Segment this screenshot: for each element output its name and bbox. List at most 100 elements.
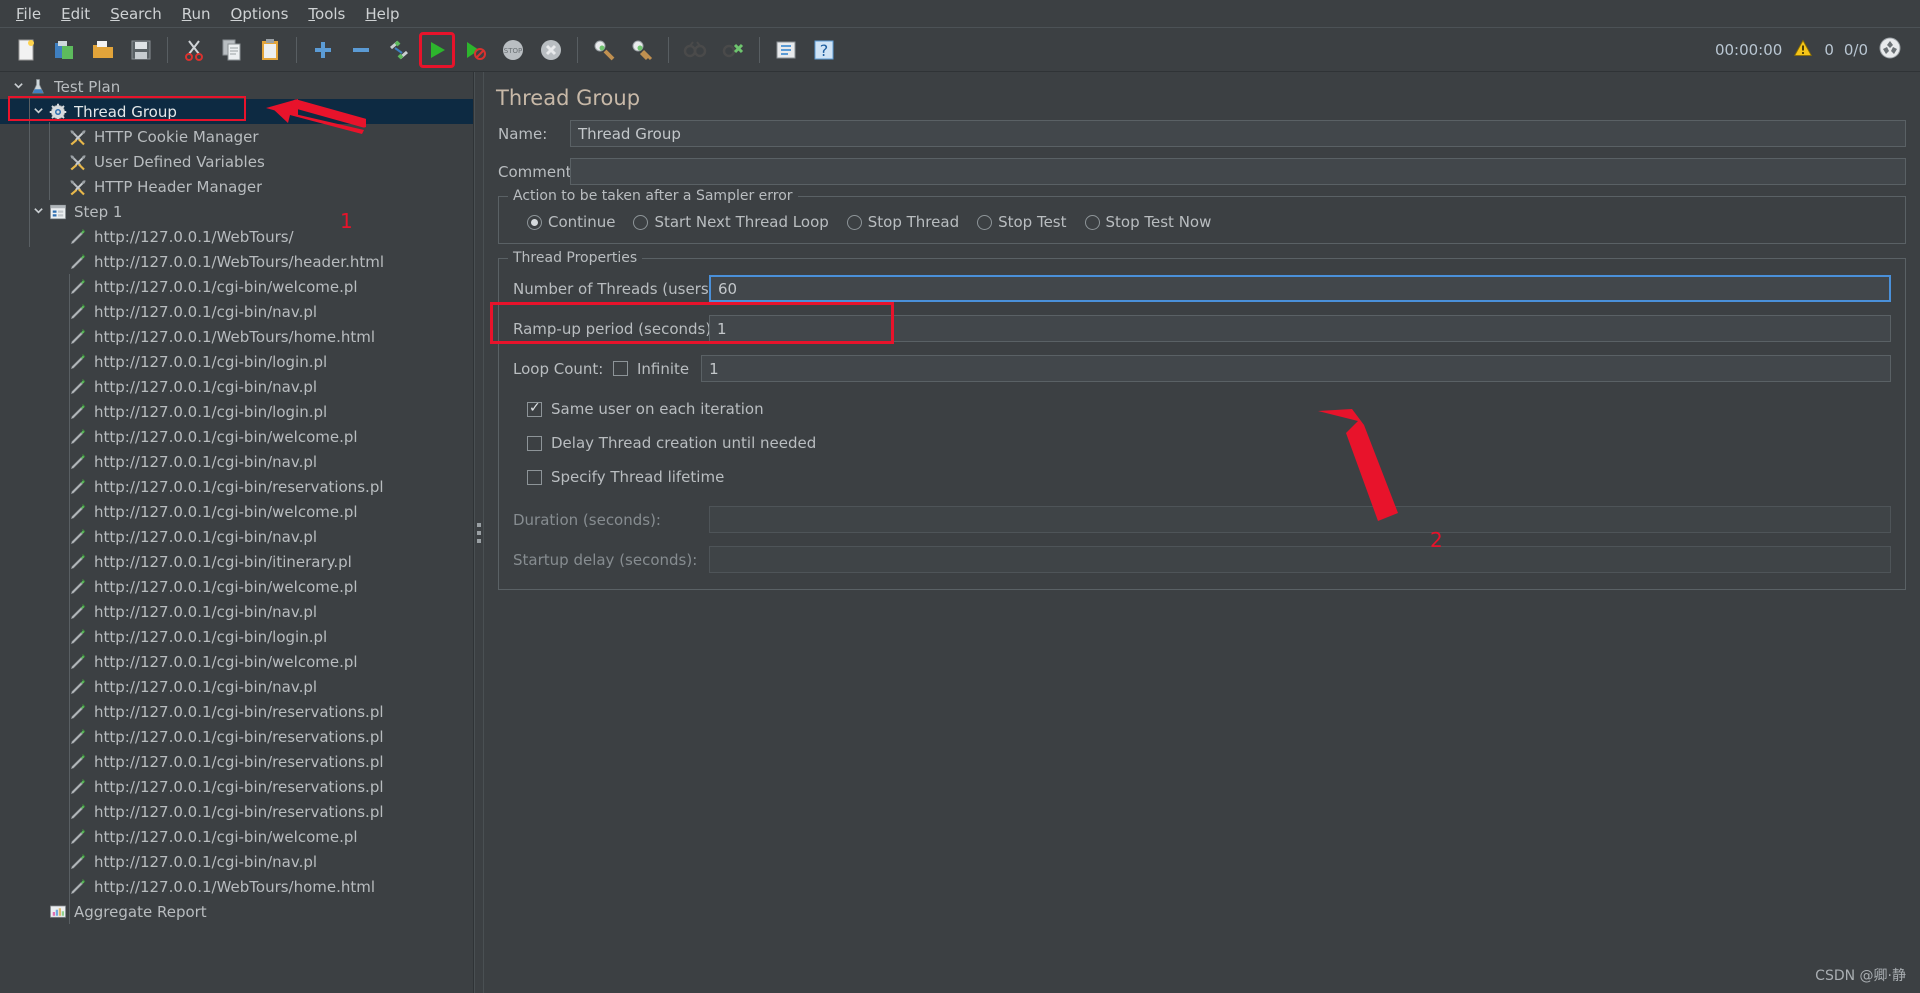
infinite-checkbox[interactable]	[613, 361, 628, 376]
tree-node[interactable]: http://127.0.0.1/cgi-bin/nav.pl	[0, 374, 473, 399]
tree-node[interactable]: Thread Group	[0, 99, 473, 124]
tree-node[interactable]: http://127.0.0.1/cgi-bin/welcome.pl	[0, 574, 473, 599]
tree-node[interactable]: User Defined Variables	[0, 149, 473, 174]
tree-node[interactable]: HTTP Cookie Manager	[0, 124, 473, 149]
sampler-error-option[interactable]: Stop Thread	[846, 213, 959, 231]
sampler-error-option[interactable]: Stop Test Now	[1084, 213, 1211, 231]
reset-search-icon[interactable]	[717, 34, 749, 66]
tree-node[interactable]: http://127.0.0.1/cgi-bin/nav.pl	[0, 524, 473, 549]
menu-file[interactable]: File	[6, 2, 51, 26]
tree-node[interactable]: http://127.0.0.1/cgi-bin/welcome.pl	[0, 274, 473, 299]
specify-lifetime-row[interactable]: Specify Thread lifetime	[513, 468, 1891, 486]
start-icon[interactable]	[419, 31, 455, 68]
shutdown-icon[interactable]	[535, 34, 567, 66]
function-helper-icon[interactable]	[770, 34, 802, 66]
warning-icon[interactable]	[1792, 38, 1814, 62]
test-plan-tree-pane[interactable]: Test Plan Thread Group HTTP Cookie Manager…	[0, 72, 474, 993]
radio-button[interactable]	[977, 214, 993, 230]
tree-node[interactable]: http://127.0.0.1/WebTours/	[0, 224, 473, 249]
splitter-handle[interactable]	[477, 522, 481, 543]
menu-search[interactable]: Search	[100, 2, 172, 26]
tree-node[interactable]: HTTP Header Manager	[0, 174, 473, 199]
delay-thread-row[interactable]: Delay Thread creation until needed	[513, 434, 1891, 452]
toggle-icon[interactable]	[383, 34, 415, 66]
tree-node[interactable]: http://127.0.0.1/cgi-bin/nav.pl	[0, 849, 473, 874]
chevron-down-icon[interactable]	[28, 205, 48, 219]
tree-node[interactable]: http://127.0.0.1/cgi-bin/reservations.pl	[0, 799, 473, 824]
tree-node[interactable]: http://127.0.0.1/WebTours/home.html	[0, 324, 473, 349]
copy-icon[interactable]	[216, 34, 248, 66]
svg-text:?: ?	[820, 41, 829, 60]
sampler-error-option[interactable]: Continue	[527, 213, 615, 231]
loop-count-input[interactable]	[701, 355, 1891, 382]
tree-node[interactable]: http://127.0.0.1/cgi-bin/login.pl	[0, 349, 473, 374]
expand-all-icon[interactable]	[307, 34, 339, 66]
sampler-error-option[interactable]: Start Next Thread Loop	[633, 213, 829, 231]
tree-node[interactable]: http://127.0.0.1/cgi-bin/itinerary.pl	[0, 549, 473, 574]
sampler-error-option[interactable]: Stop Test	[977, 213, 1067, 231]
annotation-marker-2: 2	[1430, 528, 1443, 552]
menu-tools[interactable]: Tools	[298, 2, 355, 26]
rampup-input[interactable]	[709, 315, 1891, 342]
same-user-row[interactable]: Same user on each iteration	[513, 399, 1891, 418]
name-input[interactable]	[570, 120, 1906, 147]
search-icon[interactable]	[679, 34, 711, 66]
open-icon[interactable]	[87, 34, 119, 66]
startup-delay-input[interactable]	[709, 546, 1891, 573]
tree-node[interactable]: http://127.0.0.1/cgi-bin/reservations.pl	[0, 749, 473, 774]
tree-node[interactable]: http://127.0.0.1/cgi-bin/reservations.pl	[0, 474, 473, 499]
tree-node[interactable]: http://127.0.0.1/WebTours/home.html	[0, 874, 473, 899]
http-request-icon	[68, 478, 88, 496]
tree-node[interactable]: http://127.0.0.1/WebTours/header.html	[0, 249, 473, 274]
tree-node[interactable]: http://127.0.0.1/cgi-bin/welcome.pl	[0, 649, 473, 674]
tree-node[interactable]: http://127.0.0.1/cgi-bin/nav.pl	[0, 449, 473, 474]
same-user-checkbox[interactable]	[527, 399, 542, 417]
radio-button[interactable]	[633, 214, 649, 230]
tree-node[interactable]: Aggregate Report	[0, 899, 473, 924]
radio-button[interactable]	[846, 214, 862, 230]
tree-node[interactable]: http://127.0.0.1/cgi-bin/reservations.pl	[0, 724, 473, 749]
tree-node[interactable]: http://127.0.0.1/cgi-bin/login.pl	[0, 624, 473, 649]
tree-node[interactable]: Test Plan	[0, 74, 473, 99]
radio-button[interactable]	[527, 214, 542, 230]
toolbar-status: 00:00:00 0 0/0	[1715, 36, 1912, 64]
save-icon[interactable]	[125, 34, 157, 66]
tree-node[interactable]: http://127.0.0.1/cgi-bin/welcome.pl	[0, 824, 473, 849]
help-icon[interactable]: ?	[808, 34, 840, 66]
new-icon[interactable]	[11, 34, 43, 66]
duration-input[interactable]	[709, 506, 1891, 533]
collapse-all-icon[interactable]	[345, 34, 377, 66]
specify-lifetime-checkbox[interactable]	[527, 469, 542, 485]
tree-node[interactable]: http://127.0.0.1/cgi-bin/reservations.pl	[0, 699, 473, 724]
tree-node[interactable]: http://127.0.0.1/cgi-bin/nav.pl	[0, 299, 473, 324]
tree-node[interactable]: http://127.0.0.1/cgi-bin/welcome.pl	[0, 424, 473, 449]
delay-thread-checkbox[interactable]	[527, 435, 542, 451]
cut-icon[interactable]	[178, 34, 210, 66]
tree-node[interactable]: http://127.0.0.1/cgi-bin/reservations.pl	[0, 774, 473, 799]
chevron-down-icon[interactable]	[28, 105, 48, 119]
paste-icon[interactable]	[254, 34, 286, 66]
sampler-error-radio-group[interactable]: Continue Start Next Thread Loop Stop Threa…	[513, 213, 1891, 231]
clear-all-icon[interactable]	[626, 34, 658, 66]
pane-splitter[interactable]	[474, 72, 484, 993]
thread-indicator-icon	[1878, 36, 1902, 64]
tree-node[interactable]: http://127.0.0.1/cgi-bin/welcome.pl	[0, 499, 473, 524]
tree-node[interactable]: Step 1	[0, 199, 473, 224]
comments-input[interactable]	[570, 158, 1906, 185]
tree-node[interactable]: http://127.0.0.1/cgi-bin/nav.pl	[0, 599, 473, 624]
chevron-down-icon[interactable]	[8, 80, 28, 94]
menu-help[interactable]: Help	[355, 2, 409, 26]
menu-run[interactable]: Run	[172, 2, 221, 26]
test-plan-tree[interactable]: Test Plan Thread Group HTTP Cookie Manager…	[0, 72, 473, 924]
start-no-timers-icon[interactable]	[459, 34, 491, 66]
tree-node[interactable]: http://127.0.0.1/cgi-bin/login.pl	[0, 399, 473, 424]
stop-icon[interactable]: STOP	[497, 34, 529, 66]
menu-options[interactable]: Options	[221, 2, 299, 26]
num-threads-input[interactable]	[709, 275, 1891, 302]
templates-icon[interactable]	[49, 34, 81, 66]
menu-edit[interactable]: Edit	[51, 2, 100, 26]
tree-node[interactable]: http://127.0.0.1/cgi-bin/nav.pl	[0, 674, 473, 699]
sampler-error-legend: Action to be taken after a Sampler error	[508, 188, 798, 204]
radio-button[interactable]	[1084, 214, 1100, 230]
clear-icon[interactable]	[588, 34, 620, 66]
